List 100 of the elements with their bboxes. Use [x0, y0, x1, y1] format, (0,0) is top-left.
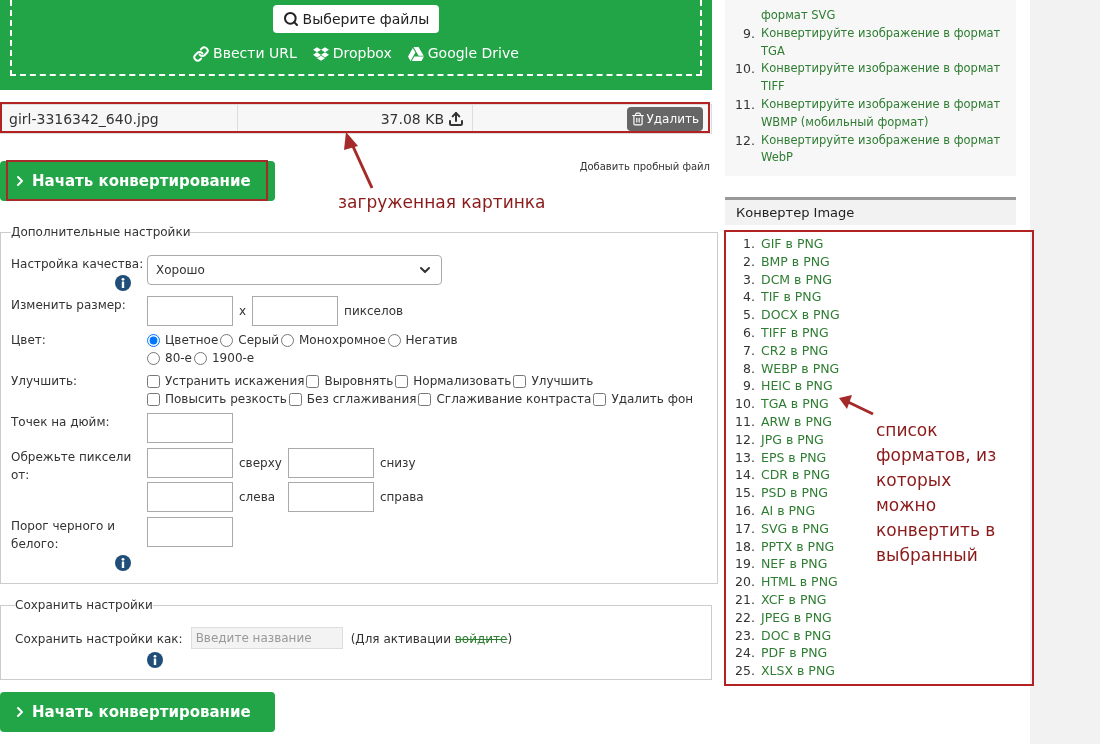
format-link[interactable]: XLSX в PNG [761, 662, 835, 680]
list-number: 3. [742, 270, 756, 289]
radio-button[interactable] [220, 333, 234, 347]
option-label: Улучшить [531, 373, 594, 390]
text-input[interactable] [147, 517, 233, 547]
format-link[interactable]: NEF в PNG [761, 555, 828, 574]
field-label: Изменить размер: [11, 297, 127, 314]
format-link[interactable]: JPG в PNG [761, 430, 824, 449]
list-number: 10. [734, 60, 756, 79]
checkbox[interactable] [418, 392, 432, 406]
list-number: 11. [734, 96, 756, 114]
format-link[interactable]: PDF в PNG [761, 644, 828, 663]
text-input[interactable] [287, 448, 374, 478]
option-label: Повысить резкость [165, 391, 287, 408]
option-label: Удалить фон [611, 391, 694, 408]
drive-icon [407, 45, 424, 62]
checkbox[interactable] [593, 392, 607, 406]
list-number: 8. [742, 359, 756, 378]
source-link[interactable]: Dropbox [312, 43, 392, 64]
text-input[interactable] [147, 482, 233, 512]
format-link[interactable]: WEBP в PNG [761, 359, 840, 378]
format-link[interactable]: CDR в PNG [761, 466, 830, 485]
list-number: 17. [734, 519, 756, 538]
option-label: Выровнять [324, 373, 394, 390]
info-icon[interactable] [115, 555, 131, 571]
converter-header: Конвертер Image [725, 197, 1016, 225]
format-link[interactable]: HEIC в PNG [761, 377, 833, 396]
text-input[interactable] [147, 413, 233, 443]
login-link[interactable]: войдите [454, 632, 508, 646]
text-input[interactable] [147, 448, 233, 478]
checkbox[interactable] [513, 374, 527, 388]
field-label: Улучшить: [11, 373, 79, 390]
format-link[interactable]: ARW в PNG [761, 412, 832, 431]
list-number: 1. [742, 235, 756, 253]
format-link[interactable]: формат SVG [761, 7, 1011, 25]
checkbox[interactable] [147, 392, 160, 406]
text-input[interactable] [252, 296, 339, 326]
list-number: 9. [742, 377, 756, 396]
list-number: 12. [734, 131, 756, 150]
annotation-arrow [344, 132, 374, 189]
format-link[interactable]: Конвертируйте изображение в формат TIFF [761, 60, 1011, 96]
info-icon[interactable] [146, 652, 163, 668]
radio-button[interactable] [194, 351, 207, 365]
list-number: 10. [734, 395, 756, 413]
format-link[interactable]: HTML в PNG [761, 573, 838, 591]
format-link[interactable]: DOC в PNG [761, 626, 832, 645]
format-link[interactable]: PPTX в PNG [761, 537, 835, 556]
list-number: 22. [734, 608, 756, 627]
delete-button[interactable]: Удалить [626, 107, 703, 131]
format-link[interactable]: GIF в PNG [761, 235, 824, 253]
side-label: сверху [239, 455, 282, 472]
radio-button[interactable] [281, 333, 294, 347]
format-link[interactable]: TGA в PNG [761, 395, 829, 413]
start-convert-button[interactable]: Начать конвертирование [0, 692, 275, 732]
option-label: Без сглаживания [306, 391, 417, 408]
radio-button[interactable] [147, 351, 160, 365]
option-label: Устранить искажения [165, 373, 305, 390]
choose-files-button[interactable]: Выберите файлы [272, 5, 440, 33]
checkbox[interactable] [306, 374, 320, 388]
sample-file-link[interactable]: Добавить пробный файл [579, 159, 710, 174]
checkbox[interactable] [288, 392, 302, 406]
format-link[interactable]: Конвертируйте изображение в формат TGA [761, 24, 1011, 61]
format-link[interactable]: AI в PNG [761, 501, 816, 520]
list-number: 5. [742, 306, 756, 324]
format-link[interactable]: TIFF в PNG [761, 324, 829, 342]
settings-legend: Дополнительные настройки [11, 223, 191, 241]
option-label: 80-е [165, 350, 192, 367]
text-input[interactable] [287, 482, 374, 512]
info-icon[interactable] [115, 275, 131, 291]
list-number: 21. [734, 590, 756, 609]
format-link[interactable]: BMP в PNG [761, 252, 830, 271]
format-link[interactable]: DCM в PNG [761, 270, 833, 289]
checkbox[interactable] [147, 374, 160, 388]
format-link[interactable]: CR2 в PNG [761, 341, 829, 360]
format-link[interactable]: Конвертируйте изображение в формат WBMP (мобильный формат) [761, 96, 1011, 132]
source-link[interactable]: Ввести URL [193, 43, 297, 64]
source-link[interactable]: Google Drive [407, 43, 519, 64]
format-link[interactable]: XCF в PNG [761, 590, 827, 609]
format-link[interactable]: JPEG в PNG [761, 608, 832, 627]
file-name: girl-3316342_640.jpg [8, 109, 160, 129]
radio-button[interactable] [387, 333, 401, 347]
list-number: 23. [734, 626, 756, 645]
dropbox-icon [312, 45, 329, 62]
radio-button[interactable] [147, 333, 160, 347]
list-number: 19. [734, 555, 756, 574]
text-input[interactable] [147, 296, 233, 326]
checkbox[interactable] [395, 374, 409, 388]
quality-select[interactable]: Хорошо [147, 255, 442, 285]
option-label: Нормализовать [413, 373, 512, 390]
format-link[interactable]: PSD в PNG [761, 484, 828, 502]
format-link[interactable]: Конвертируйте изображение в формат WebP [761, 131, 1011, 168]
format-link[interactable]: TIF в PNG [761, 288, 822, 307]
option-label: Серый [238, 332, 279, 349]
format-link[interactable]: EPS в PNG [761, 448, 827, 467]
settings-name-field[interactable]: Введите название [190, 627, 343, 649]
list-number: 4. [742, 288, 756, 307]
format-link[interactable]: SVG в PNG [761, 519, 830, 538]
format-link[interactable]: DOCX в PNG [761, 306, 840, 324]
list-number: 18. [734, 537, 756, 556]
trash-icon [630, 112, 645, 126]
